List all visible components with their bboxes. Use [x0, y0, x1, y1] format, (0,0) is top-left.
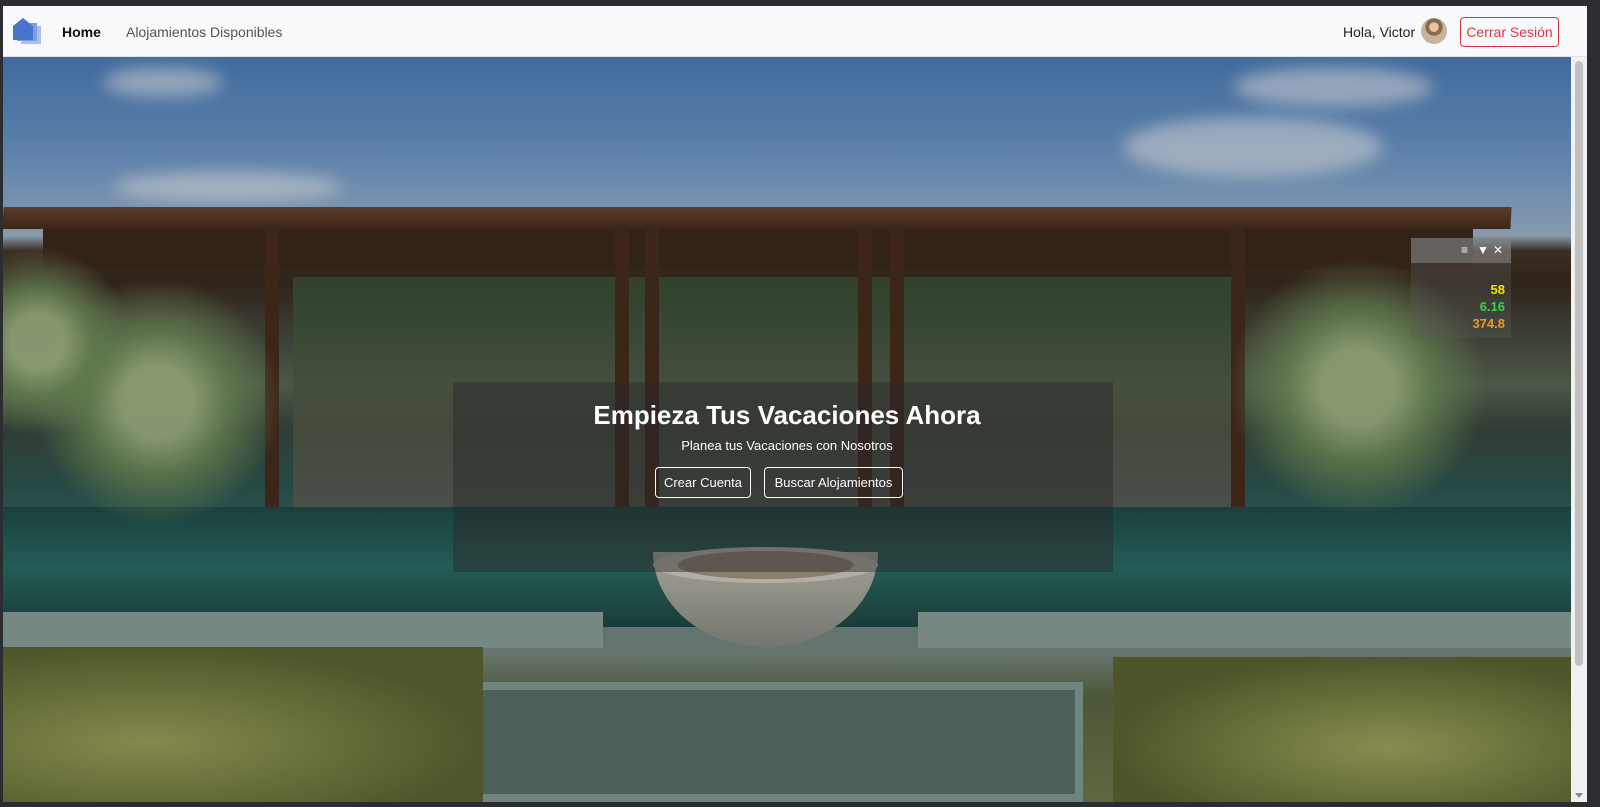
search-accommodations-button[interactable]: Buscar Alojamientos [764, 467, 903, 498]
logout-button[interactable]: Cerrar Sesión [1460, 17, 1559, 47]
widget-toolbar: ≡ ▼ ✕ [1411, 238, 1511, 263]
avatar[interactable] [1421, 18, 1447, 44]
hero-title: Empieza Tus Vacaciones Ahora [593, 400, 981, 430]
menu-icon[interactable]: ≡ [1461, 243, 1468, 257]
hero-subtitle: Planea tus Vacaciones con Nosotros [681, 438, 893, 453]
widget-value-ms: 6.16 [1479, 299, 1505, 314]
logo-icon[interactable] [13, 18, 43, 46]
user-greeting: Hola, Victor [1343, 24, 1416, 40]
scrollbar-thumb[interactable] [1575, 61, 1583, 666]
navbar: Home Alojamientos Disponibles Hola, Vict… [3, 6, 1587, 57]
page-scrollbar[interactable] [1571, 57, 1587, 802]
page-viewport: Home Alojamientos Disponibles Hola, Vict… [3, 6, 1587, 802]
browser-window: Home Alojamientos Disponibles Hola, Vict… [0, 0, 1600, 807]
nav-alojamientos-link[interactable]: Alojamientos Disponibles [126, 24, 282, 40]
nav-home-link[interactable]: Home [62, 24, 101, 40]
widget-value-mem: 374.8 [1472, 316, 1505, 331]
close-icon[interactable]: ✕ [1493, 243, 1503, 257]
stats-widget: ≡ ▼ ✕ 58 6.16 374.8 [1411, 238, 1511, 338]
hero-carousel: Empieza Tus Vacaciones Ahora Planea tus … [3, 57, 1571, 802]
create-account-button[interactable]: Crear Cuenta [655, 467, 751, 498]
scroll-down-arrow-icon[interactable] [1575, 793, 1583, 798]
widget-value-fps: 58 [1490, 282, 1505, 297]
filter-icon[interactable]: ▼ [1477, 243, 1489, 257]
